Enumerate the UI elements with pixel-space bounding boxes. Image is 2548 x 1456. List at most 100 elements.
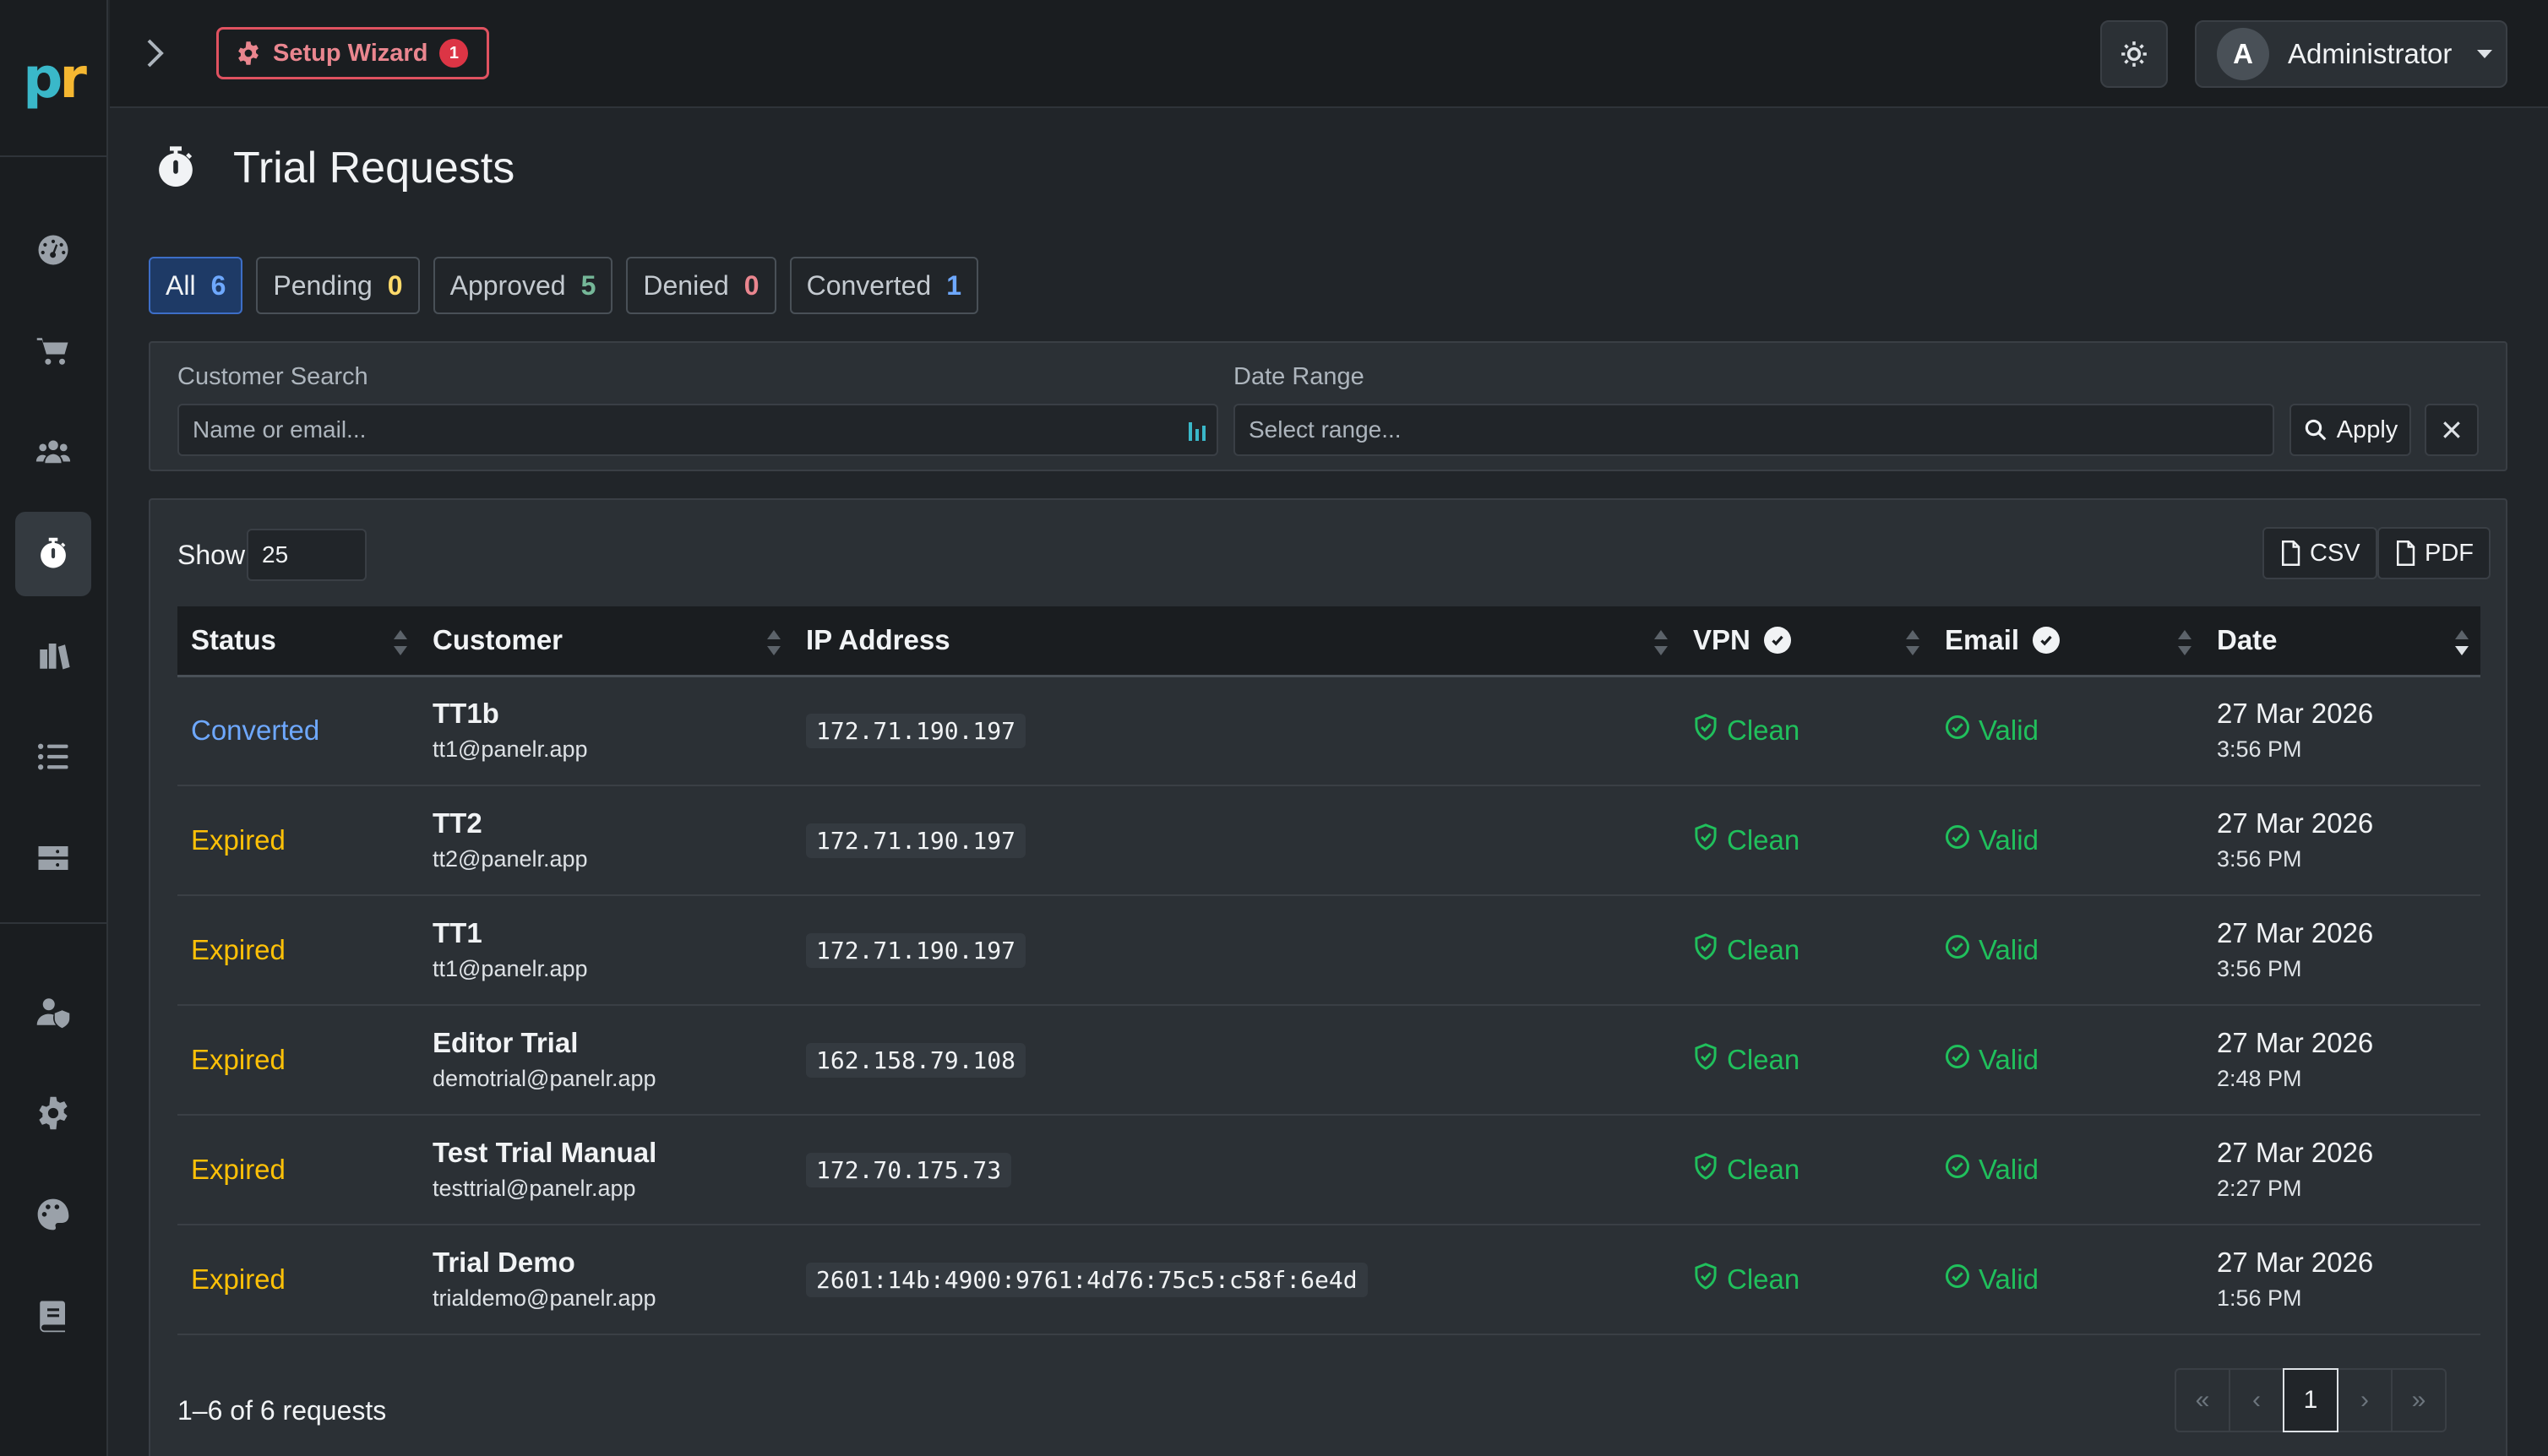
customer-cell: TT1 tt1@panelr.app	[419, 895, 792, 1005]
palette-icon	[37, 1198, 69, 1231]
table-row[interactable]: Expired Editor Trial demotrial@panelr.app 1…	[177, 1005, 2480, 1115]
request-time: 3:56 PM	[2217, 956, 2302, 981]
sidebar-item-servers[interactable]	[15, 816, 91, 900]
tab-pending[interactable]: Pending 0	[256, 257, 420, 314]
page-size-control: Show 25	[177, 529, 368, 581]
ip-cell: 172.71.190.197	[792, 676, 1680, 785]
table-row[interactable]: Expired Trial Demo trialdemo@panelr.app 260…	[177, 1225, 2480, 1334]
email-status: Valid	[1979, 1044, 2039, 1075]
vpn-cell: Clean	[1680, 785, 1931, 895]
next-page-button[interactable]: ›	[2337, 1368, 2393, 1432]
avatar: A	[2217, 28, 2269, 80]
sidebar-item-cart[interactable]	[15, 309, 91, 394]
sidebar-toggle-button[interactable]	[133, 32, 176, 74]
book-icon	[40, 1301, 65, 1333]
results-summary: 1–6 of 6 requests	[177, 1395, 387, 1426]
ip-cell: 172.70.175.73	[792, 1115, 1680, 1225]
pdf-file-icon	[2397, 541, 2415, 566]
table-row[interactable]: Expired TT2 tt2@panelr.app 172.71.190.197 Cl…	[177, 785, 2480, 895]
status-cell: Converted	[177, 676, 419, 785]
tab-converted[interactable]: Converted 1	[789, 257, 979, 314]
request-time: 2:27 PM	[2217, 1176, 2302, 1201]
setup-wizard-label: Setup Wizard	[273, 39, 428, 67]
status-cell: Expired	[177, 1225, 419, 1334]
sort-icon	[394, 630, 407, 655]
tab-approved[interactable]: Approved 5	[433, 257, 613, 314]
count-badge: 0	[387, 269, 403, 301]
export-csv-button[interactable]: CSV	[2262, 527, 2377, 579]
vpn-cell: Clean	[1680, 1005, 1931, 1115]
theme-toggle-button[interactable]	[2100, 20, 2168, 88]
sidebar-item-settings[interactable]	[15, 1071, 91, 1155]
page-title: Trial Requests	[233, 144, 515, 193]
email-cell: Valid	[1931, 895, 2203, 1005]
column-header-customer[interactable]: Customer	[419, 606, 792, 677]
table-row[interactable]: Expired Test Trial Manual testtrial@panelr…	[177, 1115, 2480, 1225]
status-badge: Expired	[191, 934, 286, 965]
column-header-date[interactable]: Date	[2203, 606, 2480, 677]
apply-button[interactable]: Apply	[2289, 404, 2411, 456]
close-icon	[2443, 421, 2460, 438]
sidebar-divider	[0, 922, 107, 924]
request-date: 27 Mar 2026	[2217, 1137, 2374, 1168]
sidebar-nav	[0, 157, 107, 1375]
request-time: 3:56 PM	[2217, 736, 2302, 763]
column-header-vpn[interactable]: VPN	[1680, 606, 1931, 677]
export-pdf-button[interactable]: PDF	[2377, 527, 2491, 579]
request-date: 27 Mar 2026	[2217, 698, 2374, 730]
request-time: 3:56 PM	[2217, 846, 2302, 872]
column-header-ip-address[interactable]: IP Address	[792, 606, 1680, 677]
vpn-status: Clean	[1727, 934, 1800, 965]
tab-denied[interactable]: Denied 0	[626, 257, 776, 314]
shield-check-icon	[1693, 1043, 1718, 1077]
clear-filters-button[interactable]	[2425, 404, 2479, 456]
sidebar-item-admins[interactable]	[15, 970, 91, 1054]
vpn-status: Clean	[1727, 1263, 1800, 1295]
sidebar-item-trial-requests[interactable]	[15, 512, 91, 596]
last-page-button[interactable]: »	[2391, 1368, 2447, 1432]
setup-wizard-button[interactable]: Setup Wizard 1	[216, 27, 490, 79]
sidebar-item-appearance[interactable]	[15, 1172, 91, 1257]
status-badge: Expired	[191, 1263, 286, 1295]
page-1-button[interactable]: 1	[2283, 1368, 2338, 1432]
status-cell: Expired	[177, 895, 419, 1005]
check-circle-icon	[1945, 823, 1970, 857]
user-menu-button[interactable]: A Administrator	[2195, 20, 2507, 88]
sidebar-item-users[interactable]	[15, 410, 91, 495]
sidebar-item-dashboard[interactable]	[15, 208, 91, 292]
prev-page-button[interactable]: ‹	[2229, 1368, 2284, 1432]
pagination: « ‹ 1 › »	[2175, 1368, 2447, 1432]
ip-cell: 172.71.190.197	[792, 785, 1680, 895]
page-size-input[interactable]: 25	[247, 529, 368, 581]
column-header-email[interactable]: Email	[1931, 606, 2203, 677]
sort-icon	[1654, 630, 1668, 655]
show-label: Show	[177, 539, 246, 570]
app-logo[interactable]: pr	[0, 0, 106, 157]
customer-search-input[interactable]: Name or email...	[177, 404, 1218, 456]
tab-all[interactable]: All 6	[149, 257, 243, 314]
stopwatch-icon	[41, 537, 66, 568]
email-cell: Valid	[1931, 1225, 2203, 1334]
count-badge: 1	[946, 269, 962, 301]
status-badge: Expired	[191, 1154, 286, 1185]
date-range-input[interactable]: Select range...	[1233, 404, 2274, 456]
table-row[interactable]: Expired TT1 tt1@panelr.app 172.71.190.197 Cl…	[177, 895, 2480, 1005]
customer-email: demotrial@panelr.app	[433, 1066, 656, 1091]
ip-address: 162.158.79.108	[806, 1042, 1026, 1078]
email-cell: Valid	[1931, 1115, 2203, 1225]
table-row[interactable]: Converted TT1b tt1@panelr.app 172.71.190.19…	[177, 676, 2480, 785]
customer-email: tt1@panelr.app	[433, 956, 588, 981]
sidebar-item-library[interactable]	[15, 613, 91, 698]
customer-email: testtrial@panelr.app	[433, 1176, 636, 1201]
sidebar-item-docs[interactable]	[15, 1274, 91, 1358]
first-page-button[interactable]: «	[2175, 1368, 2230, 1432]
sidebar-item-list[interactable]	[15, 714, 91, 799]
column-header-status[interactable]: Status	[177, 606, 419, 677]
csv-file-icon	[2282, 541, 2300, 566]
table-header-row: Status Customer IP Address VPN Email Dat…	[177, 606, 2480, 677]
shield-check-icon	[1693, 714, 1718, 747]
date-cell: 27 Mar 2026 3:56 PM	[2203, 895, 2480, 1005]
email-status: Valid	[1979, 824, 2039, 856]
password-manager-icon[interactable]	[1186, 417, 1210, 446]
email-cell: Valid	[1931, 785, 2203, 895]
